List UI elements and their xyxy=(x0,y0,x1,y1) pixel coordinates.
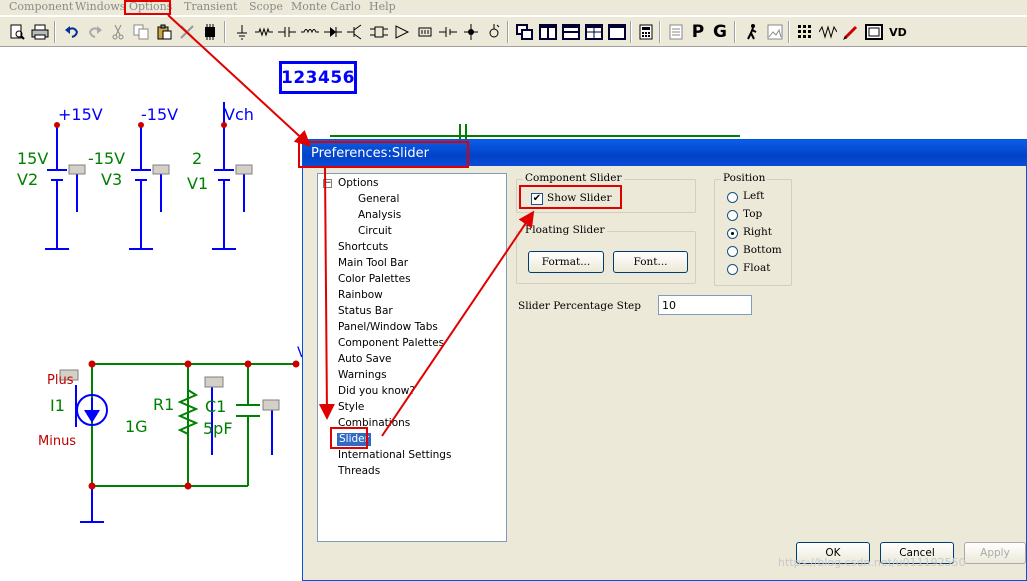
annotation-arrows xyxy=(167,14,535,437)
watermark: https://blog.csdn.net/u011192550 xyxy=(778,556,966,569)
